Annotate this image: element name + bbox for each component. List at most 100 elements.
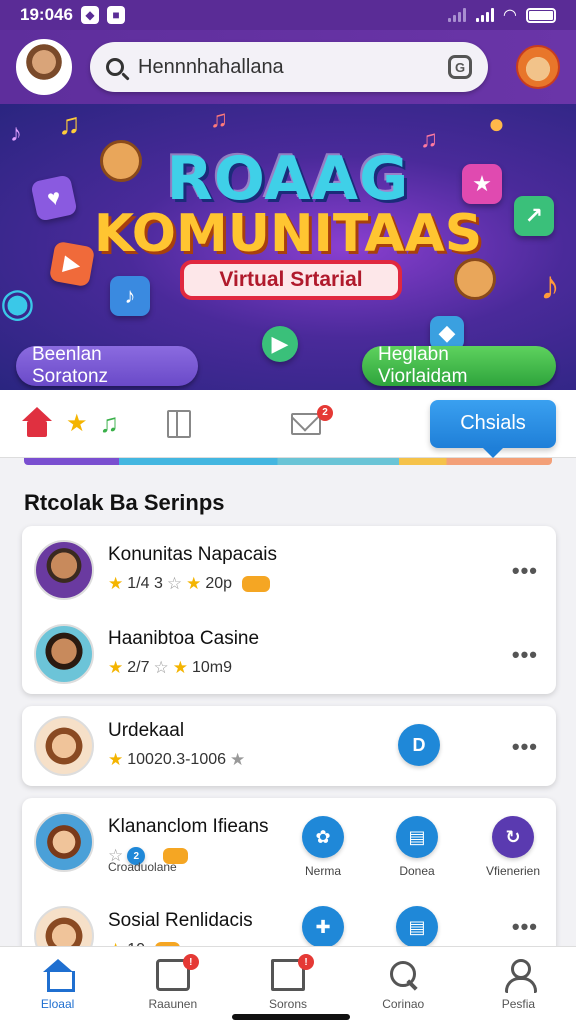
mail-tab-icon[interactable]: 2 bbox=[291, 404, 334, 435]
cellular-signal-icon bbox=[447, 8, 466, 22]
list-item-title: Haanibtoa Casine bbox=[108, 628, 260, 649]
camera-notification-icon: ■ bbox=[106, 6, 125, 24]
star-outline-icon: ★ bbox=[230, 750, 246, 769]
list-item-subtitle: Croaduolane bbox=[108, 860, 177, 874]
nerma-label: Nerma bbox=[304, 864, 341, 878]
section-title: Rtcolak Ba Serinps bbox=[24, 490, 225, 515]
more-options-icon[interactable]: ••• bbox=[512, 914, 538, 940]
count-text: 10m9 bbox=[192, 659, 233, 676]
avatar bbox=[34, 624, 94, 684]
category-tabs: ★ ♫ 2 Chsials bbox=[0, 390, 576, 458]
profile-avatar[interactable] bbox=[16, 39, 72, 95]
count-text: 20p bbox=[205, 575, 233, 592]
list-item-title: Urdekaal bbox=[108, 720, 185, 741]
home-tab-icon[interactable] bbox=[20, 406, 54, 441]
list-card: Konunitas Napacais ★ 1/4 3 ☆ ★ 20p ••• H… bbox=[22, 526, 556, 694]
notification-badge: ! bbox=[298, 954, 314, 970]
hero-banner[interactable]: ♪ ♫ ♫ ♫ ♪ ♥ ▶ ♪ ★ ↗ ◆ ▶ ● ◉ ROAAG KOMUNI… bbox=[0, 104, 576, 390]
home-indicator[interactable] bbox=[232, 1014, 350, 1020]
star-icon: ★ bbox=[172, 658, 188, 677]
tab-active[interactable]: Chsials bbox=[430, 399, 556, 458]
vfienerien-button-icon[interactable]: ↻ bbox=[492, 816, 534, 858]
music-tile-icon: ♪ bbox=[110, 276, 150, 316]
nav-label: Corinao bbox=[382, 997, 425, 1011]
bubble-icon: ● bbox=[488, 108, 505, 139]
inbox-icon: ! bbox=[155, 954, 199, 991]
star-outline-icon: ☆ bbox=[166, 574, 183, 593]
search-icon bbox=[106, 58, 124, 76]
more-options-icon[interactable]: ••• bbox=[512, 558, 538, 584]
tab-indicator-strip bbox=[24, 458, 552, 465]
mascot-avatar[interactable] bbox=[516, 45, 560, 89]
puzzle-button-icon[interactable]: ✚ bbox=[302, 906, 344, 948]
search-bar[interactable]: G bbox=[90, 42, 488, 92]
avatar bbox=[34, 716, 94, 776]
list-card: Klananclom Ifieans ☆ 2 Croaduolane ✿ Ner… bbox=[22, 798, 556, 966]
bear-mascot-icon bbox=[454, 258, 496, 300]
list-item[interactable]: Urdekaal ★ 10020.3-1006 ★ D ••• bbox=[22, 706, 556, 786]
tab-home-group[interactable]: ★ ♫ bbox=[20, 406, 120, 441]
nav-profile[interactable]: Pesfia bbox=[461, 947, 576, 1024]
music-note-icon: ♫ bbox=[210, 106, 228, 133]
avatar bbox=[34, 812, 94, 872]
star-icon: ★ bbox=[108, 574, 124, 593]
book-tab-icon[interactable] bbox=[167, 409, 192, 438]
nav-search[interactable]: Corinao bbox=[346, 947, 461, 1024]
rating-text: 2/7 bbox=[127, 659, 150, 676]
more-options-icon[interactable]: ••• bbox=[512, 734, 538, 760]
star-icon: ★ bbox=[186, 574, 202, 593]
nerma-button-icon[interactable]: ✿ bbox=[302, 816, 344, 858]
status-badge bbox=[242, 576, 271, 592]
action-circle-button[interactable]: D bbox=[398, 724, 440, 766]
nav-label: Sorons bbox=[268, 997, 308, 1011]
music-note-icon: ♪ bbox=[540, 264, 560, 308]
list-item[interactable]: Konunitas Napacais ★ 1/4 3 ☆ ★ 20p ••• bbox=[22, 530, 556, 610]
cellular-signal-2-icon bbox=[475, 8, 494, 22]
banner-title-line2: KOMUNITAAS bbox=[93, 204, 483, 264]
list-item[interactable]: Haanibtoa Casine ★ 2/7 ☆ ★ 10m9 ••• bbox=[22, 614, 556, 694]
star-icon: ★ bbox=[108, 658, 124, 677]
list-item-title: Sosial Renlidacis bbox=[108, 910, 253, 931]
donea-button-icon[interactable]: ▤ bbox=[396, 816, 438, 858]
avatar bbox=[34, 540, 94, 600]
list-item-meta: ★ 10020.3-1006 ★ bbox=[108, 750, 245, 770]
nav-label: Eloaal bbox=[40, 997, 75, 1011]
google-lens-icon[interactable]: G bbox=[448, 55, 472, 79]
donea-label: Donea bbox=[399, 864, 435, 878]
music-note-icon: ♫ bbox=[58, 108, 81, 141]
nav-stack[interactable]: ! Sorons bbox=[230, 947, 345, 1024]
wifi-icon: ◠ bbox=[503, 7, 516, 24]
app-header: G bbox=[0, 30, 576, 104]
mail-badge: 2 bbox=[317, 404, 334, 421]
music-note-icon[interactable]: ♫ bbox=[100, 408, 120, 439]
play-triangle-icon: ▶ bbox=[262, 326, 298, 362]
document-button-icon[interactable]: ▤ bbox=[396, 906, 438, 948]
list-item-meta: ★ 2/7 ☆ ★ 10m9 bbox=[108, 658, 232, 678]
banner-left-button[interactable]: Beenlan Soratonz bbox=[16, 344, 198, 387]
list-item-title: Konunitas Napacais bbox=[108, 544, 277, 565]
nav-home[interactable]: Eloaal bbox=[0, 947, 115, 1024]
list-item-meta: ★ 1/4 3 ☆ ★ 20p bbox=[108, 574, 271, 594]
notification-badge: ! bbox=[182, 954, 199, 970]
star-icon[interactable]: ★ bbox=[66, 409, 88, 438]
person-icon bbox=[501, 959, 538, 993]
more-options-icon[interactable]: ••• bbox=[512, 642, 538, 668]
search-icon bbox=[386, 959, 420, 991]
list-item-title: Klananclom Ifieans bbox=[108, 816, 269, 837]
nav-inbox[interactable]: ! Raaunen bbox=[115, 947, 230, 1024]
rating-text: 1/4 3 bbox=[127, 575, 163, 592]
banner-right-button[interactable]: Heglabn Viorlaidam bbox=[362, 344, 556, 387]
nav-label: Raaunen bbox=[148, 997, 198, 1011]
rating-text: 10020.3-1006 bbox=[127, 751, 227, 768]
home-icon bbox=[41, 959, 75, 992]
star-icon: ★ bbox=[108, 750, 124, 769]
banner-subtitle-pill[interactable]: Virtual Srtarial bbox=[180, 260, 402, 300]
list-card: Urdekaal ★ 10020.3-1006 ★ D ••• bbox=[22, 706, 556, 786]
nav-label: Pesfia bbox=[501, 997, 536, 1011]
app-notification-icon: ◆ bbox=[80, 6, 99, 24]
search-input[interactable] bbox=[138, 55, 448, 79]
battery-icon bbox=[526, 7, 556, 23]
list-item[interactable]: Klananclom Ifieans ☆ 2 Croaduolane ✿ Ner… bbox=[22, 802, 556, 886]
status-bar: 19:046 ◆ ■ ◠ bbox=[0, 0, 576, 30]
vfienerien-label: Vfienerien bbox=[485, 864, 541, 878]
